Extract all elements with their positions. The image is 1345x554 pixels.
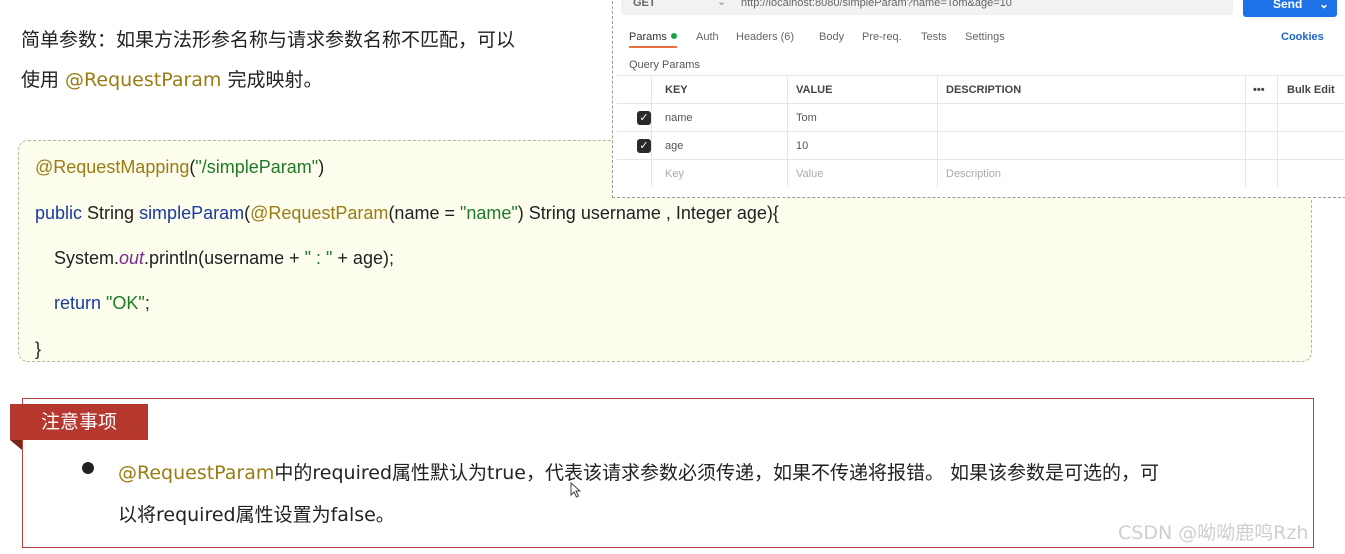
param-value[interactable]: 10 (796, 140, 808, 152)
note-tag: 注意事项 (10, 404, 148, 450)
table-divider (1245, 75, 1246, 187)
note-line-1-text: 中的required属性默认为true，代表该请求参数必须传递，如果不传递将报错… (274, 462, 1160, 484)
code-token: (name = (388, 203, 460, 223)
query-params-label: Query Params (629, 59, 700, 71)
tab-headers[interactable]: Headers (6) (736, 31, 794, 43)
bullet-icon (82, 462, 94, 474)
new-description-input[interactable]: Description (946, 168, 1001, 180)
code-token: String (82, 203, 140, 223)
tab-tests[interactable]: Tests (921, 31, 947, 43)
code-annotation: @RequestParam (250, 203, 389, 223)
chevron-down-icon[interactable]: ⌄ (717, 0, 726, 8)
note-line-1: @RequestParam中的required属性默认为true，代表该请求参数… (118, 452, 1308, 494)
code-field: out (119, 248, 145, 268)
watermark: CSDN @呦呦鹿鸣Rzh (1118, 522, 1309, 544)
tab-auth[interactable]: Auth (696, 31, 719, 43)
intro-line-2: 使用 @RequestParam 完成映射。 (21, 60, 601, 100)
params-table: KEY VALUE DESCRIPTION ••• Bulk Edit ✓ na… (617, 75, 1345, 187)
tab-pre-request[interactable]: Pre-req. (862, 31, 902, 43)
table-row: ✓ age 10 (617, 131, 1345, 160)
send-button[interactable]: Send ⌄ (1243, 0, 1337, 17)
code-line-1: @RequestMapping("/simpleParam") (35, 157, 324, 178)
url-input[interactable]: http://localhost:8080/simpleParam?name=T… (741, 0, 1012, 9)
column-header-value: VALUE (796, 84, 833, 96)
code-line-4: return "OK"; (54, 293, 150, 314)
tab-params[interactable]: Params (629, 31, 677, 48)
intro-text: 简单参数：如果方法形参名称与请求参数名称不匹配，可以 使用 @RequestPa… (21, 20, 601, 100)
code-string: "name" (459, 203, 518, 223)
table-row: ✓ name Tom (617, 103, 1345, 132)
code-keyword: return (54, 293, 102, 313)
code-token: ) (318, 157, 325, 177)
table-divider (787, 75, 788, 187)
send-button-label: Send (1273, 0, 1303, 11)
column-header-description: DESCRIPTION (946, 84, 1022, 96)
table-header-row: KEY VALUE DESCRIPTION ••• Bulk Edit (617, 75, 1345, 104)
bulk-edit-button[interactable]: Bulk Edit (1287, 84, 1335, 96)
code-token: + age); (332, 248, 394, 268)
code-line-5: } (35, 339, 42, 359)
table-divider (1277, 75, 1278, 187)
more-options-icon[interactable]: ••• (1253, 84, 1265, 96)
tab-settings[interactable]: Settings (965, 31, 1005, 43)
postman-panel: GET ⌄ http://localhost:8080/simpleParam?… (612, 0, 1345, 198)
intro-line-2-prefix: 使用 (21, 69, 66, 91)
intro-line-2-suffix: 完成映射。 (221, 69, 323, 91)
code-line-3: System.out.println(username + " : " + ag… (54, 248, 394, 269)
param-key[interactable]: name (665, 112, 693, 124)
note-highlight: @RequestParam (118, 462, 275, 484)
code-annotation: @RequestMapping (35, 157, 190, 177)
code-keyword: public (35, 203, 83, 223)
cookies-link[interactable]: Cookies (1281, 31, 1324, 43)
code-string: "/simpleParam" (195, 157, 319, 177)
param-key[interactable]: age (665, 140, 683, 152)
table-divider (651, 75, 652, 187)
table-row-new: Key Value Description (617, 159, 1345, 188)
status-dot-icon (670, 33, 677, 39)
checkbox-checked-icon[interactable]: ✓ (637, 111, 651, 125)
intro-line-1: 简单参数：如果方法形参名称与请求参数名称不匹配，可以 (21, 29, 516, 51)
param-value[interactable]: Tom (796, 112, 817, 124)
url-bar[interactable]: GET ⌄ http://localhost:8080/simpleParam?… (621, 0, 1233, 15)
code-string: " : " (304, 248, 333, 268)
code-line-2: public String simpleParam(@RequestParam(… (35, 203, 779, 224)
mouse-cursor-icon (570, 482, 582, 498)
http-method-select[interactable]: GET (633, 0, 656, 9)
tab-label: Params (629, 31, 667, 43)
code-token: System. (54, 248, 120, 268)
chevron-down-icon[interactable]: ⌄ (1319, 0, 1329, 11)
new-value-input[interactable]: Value (796, 168, 823, 180)
checkbox-checked-icon[interactable]: ✓ (637, 139, 651, 153)
code-string: "OK" (101, 293, 145, 313)
table-divider (937, 75, 938, 187)
code-token: .println(username + (144, 248, 305, 268)
code-token: ; (144, 293, 150, 313)
code-token: ) String username , Integer age){ (517, 203, 779, 223)
code-method-name: simpleParam (139, 203, 245, 223)
intro-highlight: @RequestParam (65, 69, 222, 91)
tab-body[interactable]: Body (819, 31, 844, 43)
new-key-input[interactable]: Key (665, 168, 684, 180)
column-header-key: KEY (665, 84, 688, 96)
